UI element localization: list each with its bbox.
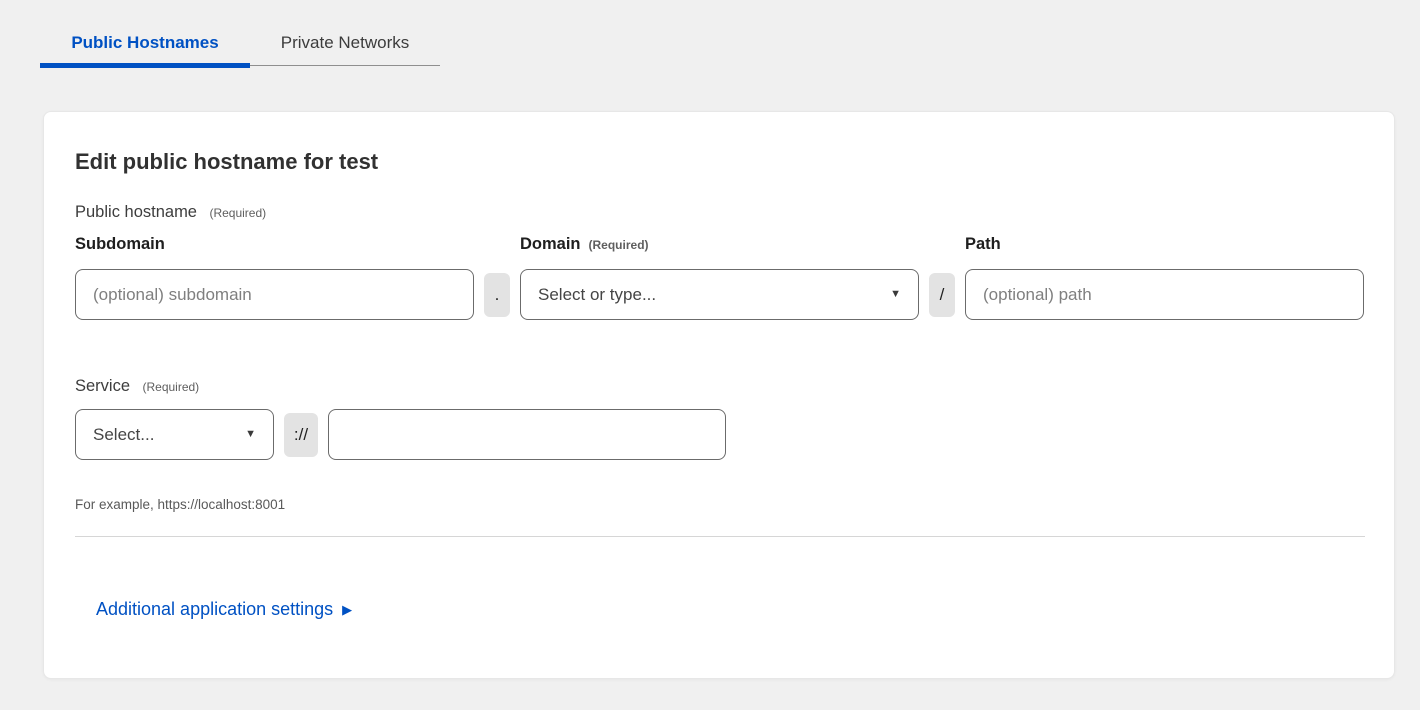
- path-label: Path: [965, 235, 1364, 254]
- tab-public-hostnames[interactable]: Public Hostnames: [40, 20, 250, 65]
- section-divider: [75, 536, 1365, 537]
- arrow-right-icon: ▶: [342, 603, 352, 616]
- service-fields-row: Select... ▼ ://: [75, 409, 1363, 461]
- hostname-fields-row: Subdomain Domain (Required) Path . Selec…: [75, 235, 1363, 320]
- dot-separator-chip: .: [484, 273, 510, 317]
- domain-select-value: Select or type...: [538, 285, 656, 305]
- service-type-select-value: Select...: [93, 425, 154, 445]
- domain-required-note: (Required): [589, 238, 649, 252]
- service-url-input[interactable]: [328, 409, 726, 460]
- chevron-down-icon: ▼: [890, 289, 901, 300]
- slash-separator-chip: /: [929, 273, 955, 317]
- edit-hostname-card: Edit public hostname for test Public hos…: [43, 111, 1395, 679]
- tab-public-hostnames-label: Public Hostnames: [71, 33, 218, 53]
- domain-label: Domain (Required): [520, 235, 919, 254]
- page-title: Edit public hostname for test: [75, 149, 1363, 175]
- domain-select[interactable]: Select or type... ▼: [520, 269, 919, 320]
- tab-private-networks-label: Private Networks: [281, 33, 409, 53]
- public-hostname-label-row: Public hostname (Required): [75, 203, 1363, 222]
- public-hostname-required-note: (Required): [209, 206, 266, 220]
- service-label-row: Service (Required): [75, 377, 1363, 396]
- public-hostname-label: Public hostname: [75, 203, 197, 221]
- path-input[interactable]: [965, 269, 1364, 320]
- service-type-select[interactable]: Select... ▼: [75, 409, 274, 460]
- service-label: Service: [75, 377, 130, 395]
- tabstrip: Public Hostnames Private Networks: [40, 20, 440, 66]
- service-required-note: (Required): [142, 380, 199, 394]
- additional-settings-link-label: Additional application settings: [96, 599, 333, 620]
- service-section: Service (Required) Select... ▼ ://: [75, 377, 1363, 461]
- tab-private-networks[interactable]: Private Networks: [250, 20, 440, 65]
- additional-settings-link[interactable]: Additional application settings ▶: [96, 599, 352, 620]
- subdomain-input[interactable]: [75, 269, 474, 320]
- scheme-separator-chip: ://: [284, 413, 318, 457]
- service-example-hint: For example, https://localhost:8001: [75, 497, 1363, 512]
- subdomain-label: Subdomain: [75, 235, 474, 254]
- chevron-down-icon: ▼: [245, 429, 256, 440]
